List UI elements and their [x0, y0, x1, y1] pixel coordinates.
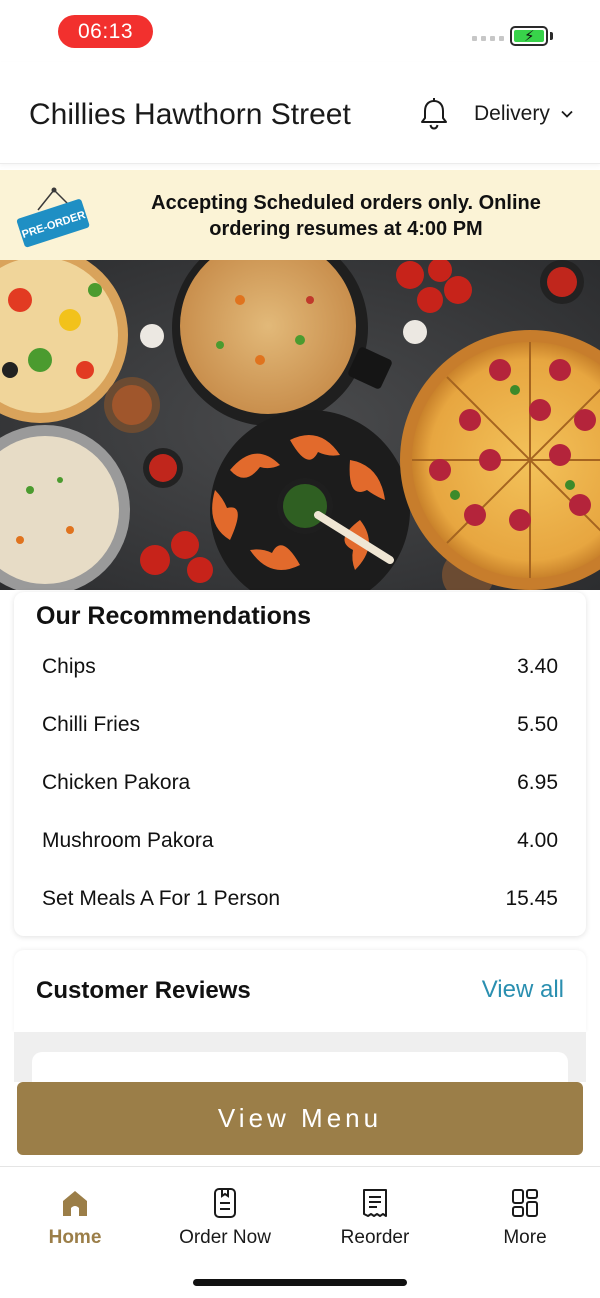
- hero-food-image: [0, 260, 600, 590]
- tab-home-label: Home: [48, 1227, 102, 1248]
- item-price: 3.40: [517, 655, 558, 678]
- item-name: Mushroom Pakora: [42, 829, 214, 852]
- item-name: Chips: [42, 655, 96, 678]
- recommendation-item[interactable]: Set Meals A For 1 Person 15.45: [42, 879, 558, 919]
- recommendation-item[interactable]: Chicken Pakora 6.95: [42, 763, 558, 803]
- store-title: Chillies Hawthorn Street: [29, 98, 351, 131]
- recommendation-item[interactable]: Chips 3.40: [42, 647, 558, 687]
- order-icon: [214, 1188, 236, 1218]
- banner-message: Accepting Scheduled orders only. Online …: [151, 192, 541, 240]
- tab-order-now[interactable]: Order Now: [150, 1187, 300, 1249]
- item-price: 4.00: [517, 829, 558, 852]
- recommendations-card: Our Recommendations Chips 3.40 Chilli Fr…: [14, 592, 586, 936]
- reviews-title: Customer Reviews: [36, 977, 251, 1004]
- recommendation-item[interactable]: Chilli Fries 5.50: [42, 705, 558, 745]
- home-icon: [63, 1191, 87, 1216]
- delivery-mode-dropdown[interactable]: Delivery: [474, 102, 574, 126]
- tab-reorder[interactable]: Reorder: [300, 1187, 450, 1249]
- preorder-sign-icon: PRE-ORDER: [16, 187, 90, 248]
- preorder-banner: PRE-ORDER Accepting Scheduled orders onl…: [0, 170, 600, 260]
- home-indicator: [193, 1279, 407, 1286]
- status-time: 06:13: [58, 15, 153, 48]
- tab-more-label: More: [503, 1227, 547, 1248]
- tab-reorder-label: Reorder: [340, 1227, 410, 1248]
- item-price: 6.95: [517, 771, 558, 794]
- receipt-icon: [363, 1189, 387, 1217]
- recommendation-item[interactable]: Mushroom Pakora 4.00: [42, 821, 558, 861]
- app-header: Chillies Hawthorn Street Delivery: [0, 62, 600, 164]
- view-all-reviews-link[interactable]: View all: [482, 976, 564, 1004]
- chevron-down-icon: [561, 110, 573, 118]
- item-price: 15.45: [505, 887, 558, 910]
- tab-more[interactable]: More: [450, 1187, 600, 1249]
- grid-icon: [512, 1189, 538, 1217]
- status-bar: 06:13 ⚡: [0, 0, 600, 62]
- tab-home[interactable]: Home: [0, 1187, 150, 1249]
- item-name: Chicken Pakora: [42, 771, 191, 794]
- item-name: Chilli Fries: [42, 713, 141, 736]
- item-price: 5.50: [517, 713, 558, 736]
- item-name: Set Meals A For 1 Person: [42, 887, 281, 910]
- delivery-mode-label: Delivery: [474, 102, 550, 125]
- recommendations-title: Our Recommendations: [36, 602, 312, 630]
- customer-reviews-section: Customer Reviews View all: [14, 950, 586, 1032]
- signal-icon: [472, 36, 504, 41]
- view-menu-button[interactable]: View Menu: [17, 1082, 583, 1155]
- tab-order-now-label: Order Now: [179, 1227, 271, 1248]
- battery-icon: ⚡: [510, 26, 548, 46]
- bell-icon[interactable]: [418, 97, 450, 131]
